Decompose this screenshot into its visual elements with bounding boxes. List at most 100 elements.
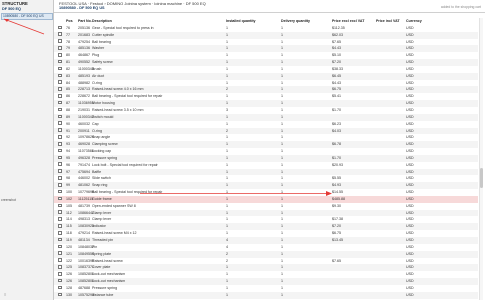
checkbox-icon[interactable] bbox=[58, 162, 62, 167]
row-select-checkbox[interactable] bbox=[58, 39, 66, 46]
table-row[interactable]: 77 201683 Cutter spindle 1 1 $62.03 USD bbox=[54, 31, 478, 39]
checkbox-icon[interactable] bbox=[58, 141, 62, 146]
table-row[interactable]: 91 200911 O-ring 2 1 $4.03 USD bbox=[54, 127, 478, 135]
table-row[interactable]: 87 11036953 Motor housing 1 1 USD bbox=[54, 100, 478, 107]
row-select-checkbox[interactable] bbox=[58, 114, 66, 121]
table-row[interactable]: 81 490552 Safety screw 1 1 $7.20 USD bbox=[54, 59, 478, 66]
column-header-currency[interactable]: Currency bbox=[406, 18, 440, 25]
checkbox-icon[interactable] bbox=[58, 39, 62, 43]
table-row[interactable]: 82 11000343 Brush 1 1 $38.33 USD bbox=[54, 66, 478, 73]
row-select-checkbox[interactable] bbox=[58, 216, 66, 223]
table-row[interactable]: 98 446002 Slide switch 1 1 $5.55 USD bbox=[54, 175, 478, 182]
checkbox-icon[interactable] bbox=[58, 32, 62, 37]
checkbox-icon[interactable] bbox=[58, 107, 62, 112]
row-select-checkbox[interactable] bbox=[58, 169, 66, 176]
row-select-checkbox[interactable] bbox=[58, 189, 66, 196]
checkbox-icon[interactable] bbox=[58, 100, 62, 105]
checkbox-icon[interactable] bbox=[58, 265, 62, 269]
row-select-checkbox[interactable] bbox=[58, 237, 66, 244]
checkbox-icon[interactable] bbox=[58, 135, 62, 139]
table-row[interactable]: 105 481739 Open-ended spanner SW 8 1 1 $9.30 U… bbox=[54, 203, 478, 210]
table-row[interactable]: 78 479254 Ball bearing 1 1 $7.65 USD bbox=[54, 39, 478, 46]
checkbox-icon[interactable] bbox=[58, 203, 62, 208]
table-row[interactable]: 130 10575293 distance tube 1 1 USD bbox=[54, 291, 478, 299]
table-row[interactable]: 90 460032 Cap 1 1 $6.23 USD bbox=[54, 121, 478, 128]
row-select-checkbox[interactable] bbox=[58, 285, 66, 292]
checkbox-icon[interactable] bbox=[58, 25, 62, 30]
sidebar-item-selected[interactable]: 10890580 - DF 500 EQ US bbox=[1, 13, 53, 20]
table-row[interactable]: 83 485193 Air duct 1 1 $6.45 USD bbox=[54, 72, 478, 80]
table-row[interactable]: 100 10779696 Ball bearing - Special tool r… bbox=[54, 189, 478, 196]
checkbox-icon[interactable] bbox=[58, 128, 62, 132]
checkbox-icon[interactable] bbox=[58, 224, 62, 228]
table-row[interactable]: 95 496328 Pressure spring 1 1 $1.70 USD bbox=[54, 154, 478, 162]
row-select-checkbox[interactable] bbox=[58, 223, 66, 230]
checkbox-icon[interactable] bbox=[58, 169, 62, 173]
checkbox-icon[interactable] bbox=[58, 114, 62, 119]
table-row[interactable]: 119 481134 Threaded pin 4 1 $13.45 USD bbox=[54, 237, 478, 244]
checkbox-icon[interactable] bbox=[58, 121, 62, 125]
table-row[interactable]: 84 488982 O-ring 1 1 $4.43 USD bbox=[54, 80, 478, 87]
row-select-checkbox[interactable] bbox=[58, 175, 66, 182]
row-select-checkbox[interactable] bbox=[58, 264, 66, 271]
row-select-checkbox[interactable] bbox=[58, 121, 66, 128]
checkbox-icon[interactable] bbox=[58, 230, 62, 235]
row-select-checkbox[interactable] bbox=[58, 73, 66, 80]
column-header-pos[interactable]: Pos bbox=[66, 18, 78, 25]
table-row[interactable]: 94 11073588 Locking cap 1 1 USD bbox=[54, 148, 478, 155]
checkbox-icon[interactable] bbox=[58, 237, 62, 242]
checkbox-icon[interactable] bbox=[58, 176, 62, 180]
checkbox-icon[interactable] bbox=[58, 73, 62, 78]
checkbox-icon[interactable] bbox=[58, 217, 62, 221]
table-row[interactable]: 122 10016395 Raised-head screw 2 1 $7.65 USD bbox=[54, 258, 478, 265]
table-row[interactable]: 121 10849550 Spring plate 2 1 USD bbox=[54, 250, 478, 258]
row-select-checkbox[interactable] bbox=[58, 244, 66, 251]
row-select-checkbox[interactable] bbox=[58, 162, 66, 169]
checkbox-icon[interactable] bbox=[58, 189, 62, 194]
table-row[interactable]: 89 11000342 Switch mould 1 1 USD bbox=[54, 113, 478, 121]
row-select-checkbox[interactable] bbox=[58, 134, 66, 141]
row-select-checkbox[interactable] bbox=[58, 32, 66, 39]
table-row[interactable]: 112 10866442 Clamp lever 1 1 USD bbox=[54, 209, 478, 217]
row-select-checkbox[interactable] bbox=[58, 45, 66, 52]
checkbox-icon[interactable] bbox=[58, 258, 62, 262]
table-row[interactable]: 86 228672 Ball bearing - Special tool requ… bbox=[54, 93, 478, 100]
table-row[interactable]: 93 469028 Clamping screw 1 1 $6.78 USD bbox=[54, 141, 478, 149]
row-select-checkbox[interactable] bbox=[58, 182, 66, 189]
scrollbar-thumb[interactable] bbox=[480, 168, 483, 188]
table-row[interactable]: 118 479214 Raised-head screw M4 x 12 1 1 $6.7… bbox=[54, 230, 478, 237]
checkbox-icon[interactable] bbox=[58, 87, 62, 91]
row-select-checkbox[interactable] bbox=[58, 59, 66, 66]
row-select-checkbox[interactable] bbox=[58, 107, 66, 114]
checkbox-icon[interactable] bbox=[58, 46, 62, 50]
table-row[interactable]: 115 10830923 Indicator 1 1 $7.20 USD bbox=[54, 223, 478, 231]
row-select-checkbox[interactable] bbox=[58, 251, 66, 258]
column-header-installed-quantity[interactable]: Installed quantity bbox=[226, 18, 281, 25]
row-select-checkbox[interactable] bbox=[58, 128, 66, 135]
checkbox-icon[interactable] bbox=[58, 66, 62, 71]
table-row[interactable]: 126 10852800 Lock-out mechanism 1 1 USD bbox=[54, 278, 478, 285]
row-select-checkbox[interactable] bbox=[58, 25, 66, 32]
table-row[interactable]: 85 228713 Raised-head screw 4.0 x 16 mm 2 1 $… bbox=[54, 86, 478, 94]
table-row[interactable]: 80 464867 Plug 1 1 $5.10 USD bbox=[54, 52, 478, 59]
column-header-description[interactable]: Description bbox=[92, 18, 204, 25]
row-select-checkbox[interactable] bbox=[58, 148, 66, 155]
row-select-checkbox[interactable] bbox=[58, 86, 66, 93]
checkbox-icon[interactable] bbox=[58, 59, 62, 64]
row-select-checkbox[interactable] bbox=[58, 292, 66, 299]
checkbox-icon[interactable] bbox=[58, 251, 62, 256]
checkbox-icon[interactable] bbox=[58, 94, 62, 98]
grip-icon[interactable]: ≡ bbox=[4, 292, 6, 297]
checkbox-icon[interactable] bbox=[58, 210, 62, 214]
column-header-delivery-quantity[interactable]: Delivery quantity bbox=[281, 18, 336, 25]
column-header-price-excl-vat[interactable]: Price excl excl VAT bbox=[332, 18, 380, 25]
row-select-checkbox[interactable] bbox=[58, 66, 66, 73]
table-row[interactable]: 125 10837371 Cover plate 1 1 USD bbox=[54, 264, 478, 272]
table-row[interactable]: 128 487688 Pressure spring 1 1 USD bbox=[54, 285, 478, 292]
table-row[interactable]: 79 485136 Washer 1 1 $4.43 USD bbox=[54, 45, 478, 53]
checkbox-icon[interactable] bbox=[58, 80, 62, 84]
row-select-checkbox[interactable] bbox=[58, 93, 66, 100]
checkbox-icon[interactable] bbox=[58, 52, 62, 57]
row-select-checkbox[interactable] bbox=[58, 271, 66, 278]
table-row[interactable]: 99 481062 Snap ring 1 1 $4.93 USD bbox=[54, 182, 478, 190]
